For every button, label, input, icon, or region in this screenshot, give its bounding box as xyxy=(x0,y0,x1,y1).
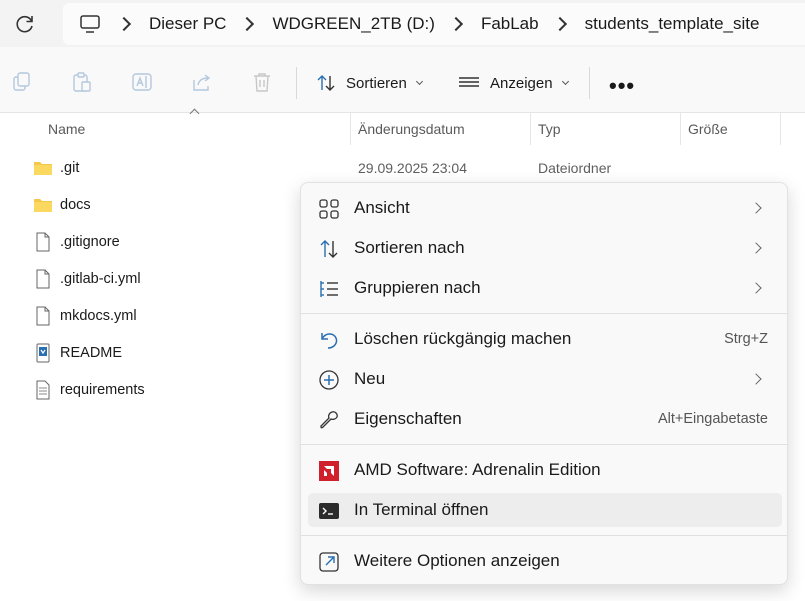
chevron-right-icon[interactable] xyxy=(448,16,464,32)
menu-item-properties[interactable]: Eigenschaften Alt+Eingabetaste xyxy=(308,402,782,436)
file-name: mkdocs.yml xyxy=(60,308,137,324)
column-date-label: Änderungsdatum xyxy=(358,121,465,137)
chevron-right-icon xyxy=(750,282,762,294)
menu-item-label: Neu xyxy=(354,369,386,388)
view-lines-icon xyxy=(459,77,479,87)
sort-button[interactable]: Sortieren xyxy=(316,71,423,95)
breadcrumb-drive[interactable]: WDGREEN_2TB (D:) xyxy=(272,14,434,34)
computer-icon[interactable] xyxy=(79,14,101,34)
chevron-right-icon xyxy=(750,373,762,385)
refresh-icon[interactable] xyxy=(13,12,37,36)
copy-icon[interactable] xyxy=(11,71,33,93)
chevron-right-icon[interactable] xyxy=(552,16,567,32)
toolbar-divider xyxy=(296,67,297,99)
menu-item-shortcut: Alt+Eingabetaste xyxy=(657,411,768,427)
list-item-docs[interactable]: docs xyxy=(33,192,91,218)
file-name: README xyxy=(60,345,123,361)
file-explorer-window: Dieser PC WDGREEN_2TB (D:) FabLab studen… xyxy=(0,0,805,601)
file-name: .gitignore xyxy=(60,234,120,250)
rename-icon[interactable] xyxy=(131,71,153,93)
chevron-right-icon[interactable] xyxy=(116,16,132,32)
chevron-down-icon xyxy=(561,77,569,85)
menu-item-ansicht[interactable]: Ansicht xyxy=(308,191,782,225)
new-plus-icon xyxy=(319,370,339,390)
view-grid-icon xyxy=(319,199,339,219)
menu-item-group-by[interactable]: Gruppieren nach xyxy=(308,271,782,305)
file-date: 29.09.2025 23:04 xyxy=(358,160,467,176)
menu-separator xyxy=(301,535,787,536)
share-icon[interactable] xyxy=(191,71,213,93)
list-item-readme[interactable]: README xyxy=(33,340,122,366)
menu-item-label: Gruppieren nach xyxy=(354,278,481,297)
terminal-icon xyxy=(319,503,339,519)
view-label: Anzeigen xyxy=(490,74,553,92)
address-row: Dieser PC WDGREEN_2TB (D:) FabLab studen… xyxy=(0,0,805,47)
menu-item-new[interactable]: Neu xyxy=(308,362,782,396)
amd-logo-icon xyxy=(319,461,339,481)
more-options-button[interactable]: ••• xyxy=(609,75,635,97)
menu-item-label: Weitere Optionen anzeigen xyxy=(354,551,560,570)
column-name-label: Name xyxy=(48,121,86,137)
column-header-size[interactable]: Größe xyxy=(680,113,780,145)
breadcrumb-fablab[interactable]: FabLab xyxy=(481,14,539,34)
file-name: .gitlab-ci.yml xyxy=(60,271,141,287)
list-item-git[interactable]: .git xyxy=(33,155,79,181)
menu-item-more-options[interactable]: Weitere Optionen anzeigen xyxy=(308,544,782,578)
sort-icon xyxy=(320,240,338,258)
menu-item-label: AMD Software: Adrenalin Edition xyxy=(354,460,601,479)
menu-item-label: Löschen rückgängig machen xyxy=(354,329,572,348)
menu-item-label: Ansicht xyxy=(354,198,410,217)
sort-icon xyxy=(317,75,335,91)
paste-icon[interactable] xyxy=(71,71,93,93)
file-name: .git xyxy=(60,160,80,176)
column-header-name[interactable]: Name xyxy=(40,113,350,145)
menu-item-shortcut: Strg+Z xyxy=(724,331,768,347)
sort-label: Sortieren xyxy=(346,74,407,92)
list-item-mkdocs[interactable]: mkdocs.yml xyxy=(33,303,137,329)
menu-item-sort-by[interactable]: Sortieren nach xyxy=(308,231,782,265)
breadcrumb-this-pc[interactable]: Dieser PC xyxy=(149,14,226,34)
list-item-requirements[interactable]: requirements xyxy=(33,377,145,403)
column-header-date[interactable]: Änderungsdatum xyxy=(350,113,530,145)
column-size-label: Größe xyxy=(688,121,728,137)
chevron-right-icon xyxy=(750,202,762,214)
toolbar-divider xyxy=(589,67,590,99)
menu-item-undo-delete[interactable]: Löschen rückgängig machen Strg+Z xyxy=(308,322,782,356)
group-list-icon xyxy=(320,281,338,297)
menu-separator xyxy=(301,313,787,314)
undo-icon xyxy=(321,333,338,349)
file-icon xyxy=(36,232,50,252)
breadcrumb[interactable]: Dieser PC WDGREEN_2TB (D:) FabLab studen… xyxy=(63,3,805,45)
file-icon xyxy=(36,269,50,289)
chevron-right-icon[interactable] xyxy=(240,16,255,32)
file-type: Dateiordner xyxy=(538,160,612,176)
text-file-icon xyxy=(36,380,50,400)
menu-item-label: In Terminal öffnen xyxy=(354,500,489,519)
file-icon xyxy=(36,306,50,326)
file-name: docs xyxy=(60,197,91,213)
chevron-right-icon xyxy=(750,242,762,254)
chevron-down-icon xyxy=(415,77,423,85)
menu-item-amd-software[interactable]: AMD Software: Adrenalin Edition xyxy=(308,453,782,487)
list-item-gitignore[interactable]: .gitignore xyxy=(33,229,120,255)
breadcrumb-current-folder[interactable]: students_template_site xyxy=(585,14,760,34)
menu-item-open-terminal[interactable]: In Terminal öffnen xyxy=(308,493,782,527)
context-menu: Ansicht Sortieren nach Gruppieren nach L… xyxy=(300,182,788,585)
command-bar: Sortieren Anzeigen ••• xyxy=(0,47,805,113)
column-header-type[interactable]: Typ xyxy=(530,113,680,145)
more-options-icon xyxy=(319,552,339,572)
delete-icon[interactable] xyxy=(251,71,273,93)
menu-item-label: Eigenschaften xyxy=(354,409,462,428)
menu-separator xyxy=(301,444,787,445)
markdown-file-icon xyxy=(36,343,50,363)
column-type-label: Typ xyxy=(538,121,561,137)
folder-icon xyxy=(34,199,52,212)
view-button[interactable]: Anzeigen xyxy=(458,71,569,95)
folder-icon xyxy=(34,162,52,175)
menu-item-label: Sortieren nach xyxy=(354,238,465,257)
file-name: requirements xyxy=(60,382,145,398)
list-item-gitlab-ci[interactable]: .gitlab-ci.yml xyxy=(33,266,141,292)
column-divider[interactable] xyxy=(780,113,781,145)
wrench-icon xyxy=(320,411,338,429)
